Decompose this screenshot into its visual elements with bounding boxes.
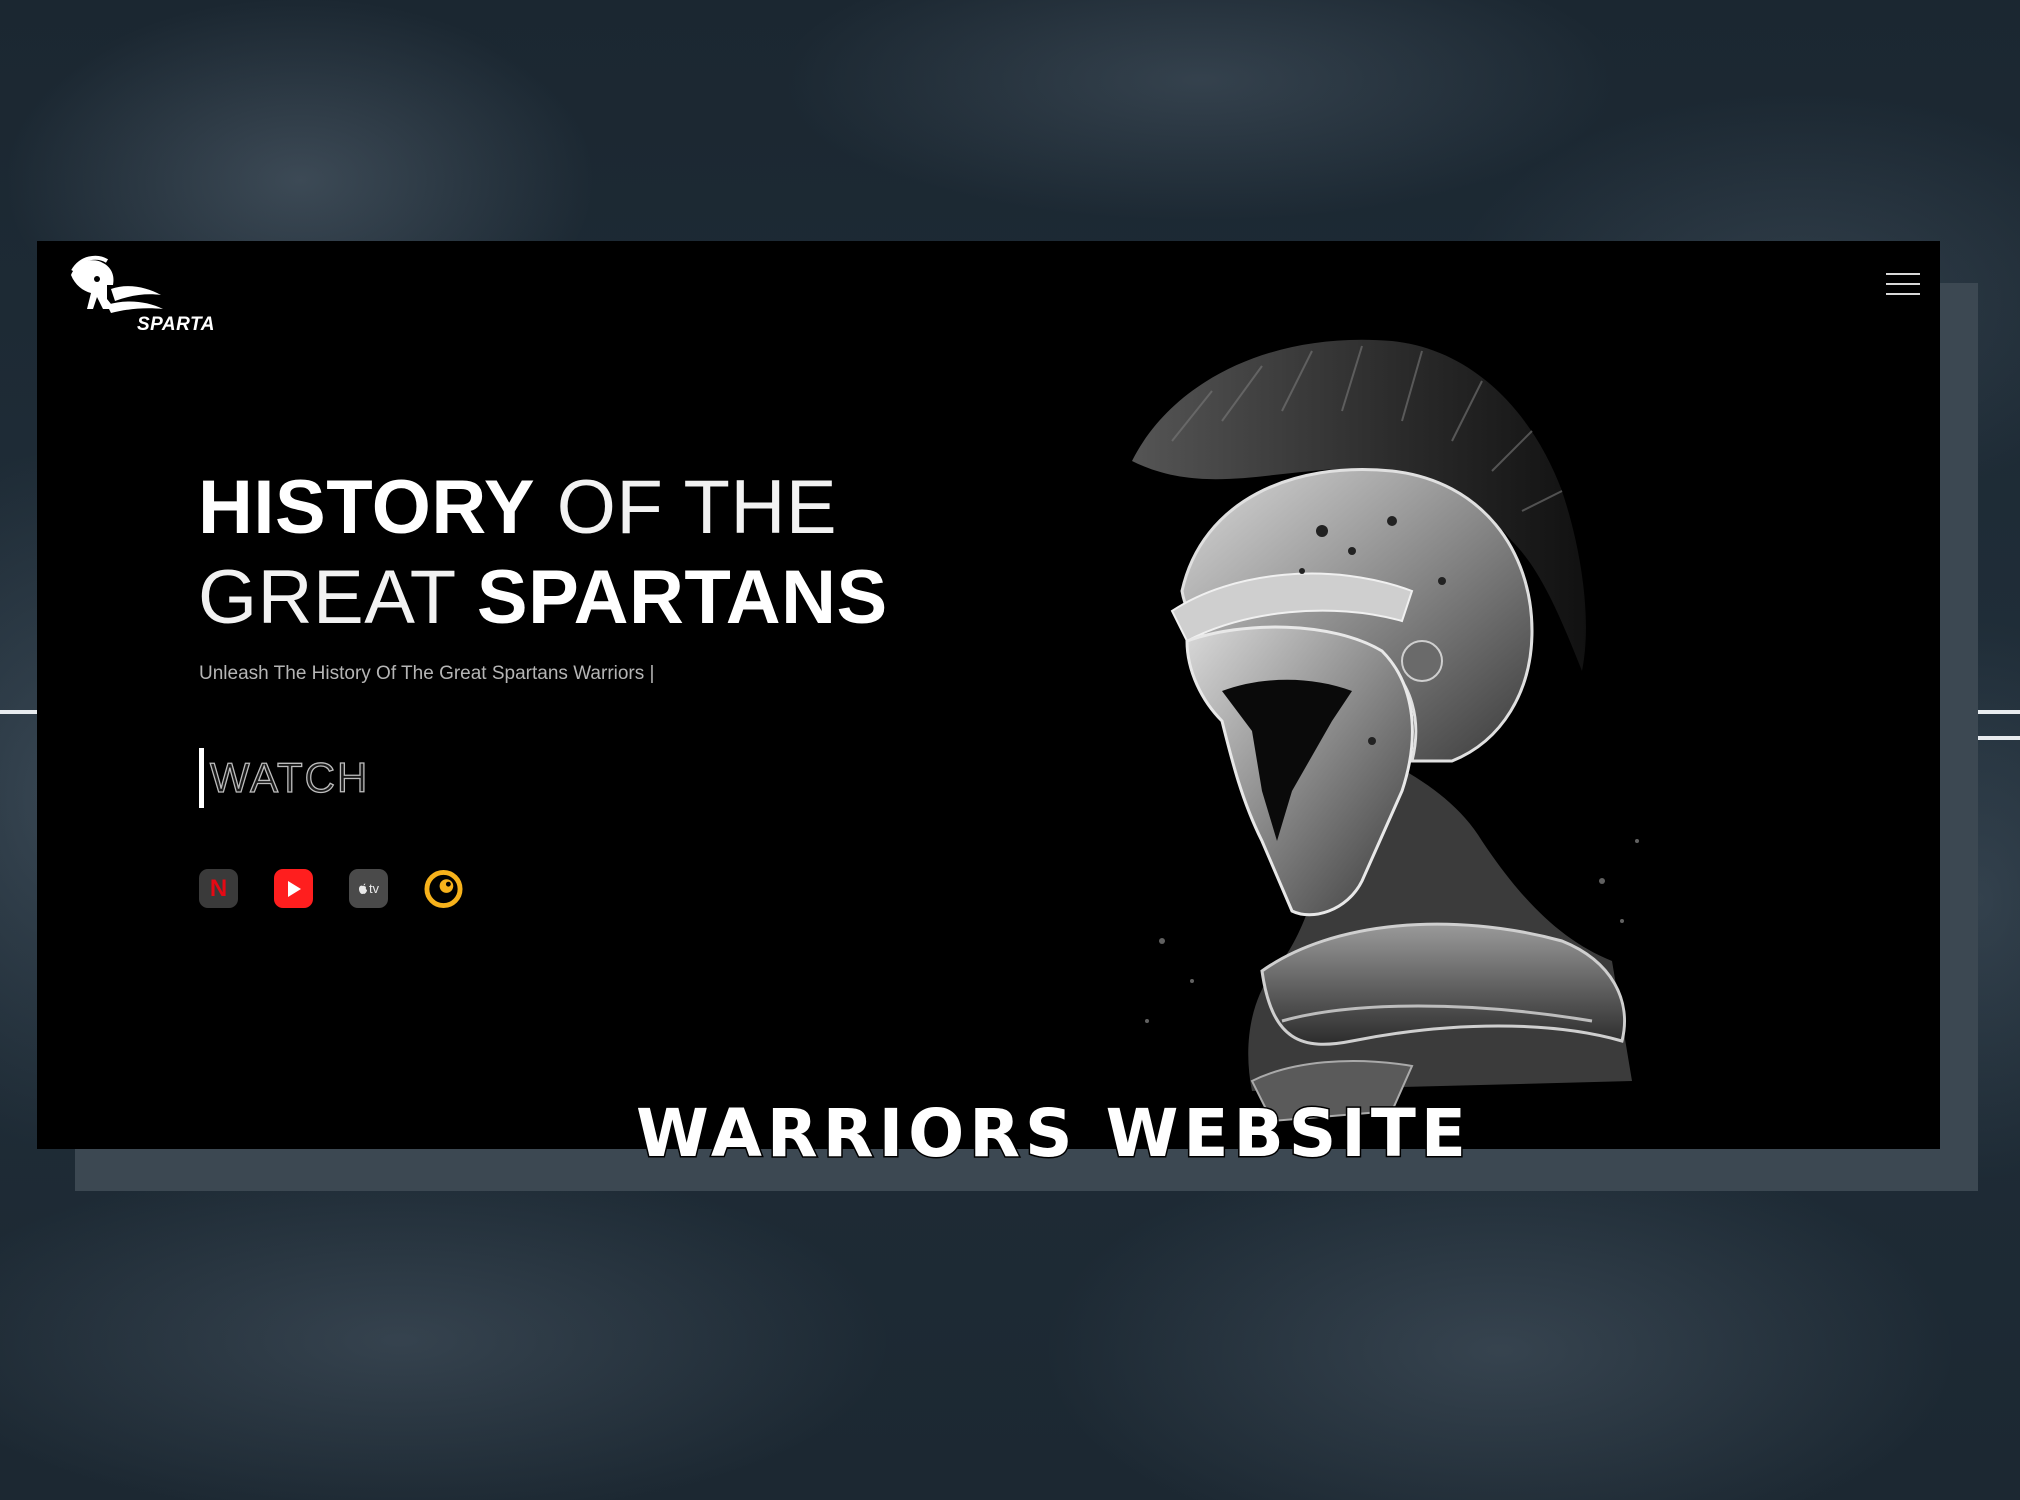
menu-line bbox=[1886, 273, 1920, 275]
hero-title-bold-1: HISTORY bbox=[198, 465, 536, 550]
watch-button[interactable]: WATCH bbox=[199, 748, 369, 808]
website-mockup: SPARTA HISTORY OF THE GREAT SPARTANS Unl… bbox=[37, 241, 1940, 1149]
watch-label: WATCH bbox=[209, 753, 370, 801]
watch-cursor-bar bbox=[199, 748, 204, 808]
hero-subtitle: Unleash The History Of The Great Spartan… bbox=[199, 663, 655, 684]
youtube-icon[interactable] bbox=[274, 869, 313, 908]
menu-line bbox=[1886, 293, 1920, 295]
streaming-platforms: N tv bbox=[199, 869, 463, 908]
crunchyroll-logo-icon bbox=[424, 869, 463, 908]
hero-title-line-1: HISTORY OF THE bbox=[198, 463, 888, 553]
apple-tv-glyph: tv bbox=[368, 881, 380, 896]
sparta-logo[interactable]: SPARTA bbox=[67, 253, 214, 335]
crunchyroll-icon[interactable] bbox=[424, 869, 463, 908]
hero-title-line-2: GREAT SPARTANS bbox=[198, 553, 888, 643]
hero-title-light-1: OF THE bbox=[535, 465, 838, 550]
hamburger-menu-icon[interactable] bbox=[1886, 271, 1920, 297]
netflix-icon[interactable]: N bbox=[199, 869, 238, 908]
apple-tv-icon[interactable]: tv bbox=[349, 869, 388, 908]
hero-title-bold-2: SPARTANS bbox=[476, 555, 888, 640]
left-accent-line bbox=[0, 710, 37, 714]
play-icon bbox=[287, 880, 301, 897]
showcase-caption: WARRIORS WEBSITE bbox=[635, 1094, 1471, 1174]
spartan-warrior-illustration bbox=[1132, 339, 1639, 1123]
apple-glyph-icon bbox=[358, 883, 367, 894]
hero-title: HISTORY OF THE GREAT SPARTANS bbox=[198, 463, 888, 643]
menu-line bbox=[1886, 283, 1920, 285]
hero-title-light-2: GREAT bbox=[198, 555, 477, 640]
brand-name: SPARTA bbox=[137, 314, 215, 335]
netflix-glyph: N bbox=[209, 874, 228, 902]
